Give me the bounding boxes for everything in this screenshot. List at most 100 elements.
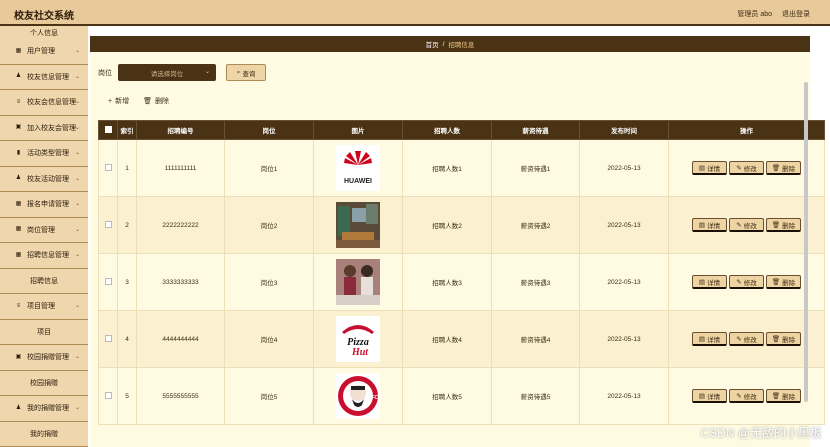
row-checkbox[interactable] bbox=[104, 334, 112, 342]
cell-index: 4 bbox=[117, 310, 137, 368]
sidebar-subitem[interactable]: 个人信息 bbox=[0, 26, 88, 39]
sidebar-item[interactable]: ▣ 加入校友会管理 ⌄ bbox=[0, 116, 88, 141]
sidebar-item[interactable]: ♟ 校友信息管理 ⌄ bbox=[0, 65, 88, 90]
cell-date: 2022-05-13 bbox=[579, 139, 669, 197]
row-select-cell[interactable] bbox=[98, 310, 118, 368]
edit-button[interactable]: ✎ 修改 bbox=[729, 332, 764, 346]
sidebar-item-label: 招聘信息管理 bbox=[27, 252, 69, 260]
col-header-count: 招聘人数 bbox=[402, 120, 492, 140]
edit-button[interactable]: ✎ 修改 bbox=[729, 161, 764, 175]
watermark: CSDN @无敌的小黑板 bbox=[700, 426, 822, 440]
detail-button[interactable]: ▤ 详情 bbox=[692, 161, 727, 175]
sidebar-item-label: 活动类型管理 bbox=[27, 150, 69, 158]
row-select-cell[interactable] bbox=[98, 253, 118, 311]
detail-button[interactable]: ▤ 详情 bbox=[692, 275, 727, 289]
sidebar-item[interactable]: ▦ 招聘信息管理 ⌄ bbox=[0, 243, 88, 269]
row-select-cell[interactable] bbox=[98, 196, 118, 254]
cell-ops: ▤ 详情 ✎ 修改 🗑 删除 bbox=[668, 196, 825, 254]
chevron-down-icon: ⌄ bbox=[74, 252, 80, 258]
detail-button[interactable]: ▤ 详情 bbox=[692, 389, 727, 403]
office-photo bbox=[336, 202, 380, 248]
cell-post: 岗位4 bbox=[224, 310, 314, 368]
sidebar-item[interactable]: ▦ 用户管理 ⌄ bbox=[0, 39, 88, 65]
table-row: 5 5555555555 岗位5 KFC 招聘人数5 薪资待遇5 2022-05-13 ▤ 详情… bbox=[98, 367, 825, 425]
delete-button[interactable]: 🗑 删除 bbox=[766, 218, 801, 232]
cell-date: 2022-05-13 bbox=[579, 310, 669, 368]
user-icon: ♟ bbox=[15, 73, 22, 80]
edit-button[interactable]: ✎ 修改 bbox=[729, 389, 764, 403]
delete-button[interactable]: 🗑 删除 bbox=[766, 161, 801, 175]
select-all-checkbox[interactable] bbox=[104, 125, 112, 133]
sidebar-item[interactable]: ▣ 校园捐赠管理 ⌄ bbox=[0, 345, 88, 371]
breadcrumb-home[interactable]: 首页 bbox=[426, 39, 439, 49]
scrollbar[interactable] bbox=[804, 82, 808, 402]
delete-button[interactable]: 🗑 删除 bbox=[766, 332, 801, 346]
sidebar-item-label: 校友会信息管理 bbox=[27, 99, 76, 107]
sidebar-subitem[interactable]: 我的捐赠 bbox=[0, 422, 88, 447]
cell-index: 1 bbox=[117, 139, 137, 197]
toolbar: + 新增 🗑 删除 bbox=[108, 96, 169, 106]
sidebar-subitem[interactable]: 校园捐赠 bbox=[0, 371, 88, 396]
chevron-down-icon: ⌄ bbox=[74, 48, 80, 54]
breadcrumb-current: 招聘信息 bbox=[448, 42, 475, 49]
sidebar: 个人信息 ▦ 用户管理 ⌄ ♟ 校友信息管理 ⌄ ≡ 校友会信息管理 ⌄ ▣ 加入校友会管理 ⌄ ▮ 活动类… bbox=[0, 26, 88, 447]
breadcrumb: 首页 / 招聘信息 bbox=[90, 36, 810, 52]
sidebar-subitem[interactable]: 招聘信息 bbox=[0, 269, 88, 294]
delete-button[interactable]: 🗑 删除 bbox=[766, 389, 801, 403]
detail-button[interactable]: ▤ 详情 bbox=[692, 218, 727, 232]
trash-icon: 🗑 bbox=[771, 278, 781, 286]
cell-count: 招聘人数4 bbox=[402, 310, 492, 368]
detail-button[interactable]: ▤ 详情 bbox=[692, 332, 727, 346]
row-checkbox[interactable] bbox=[104, 277, 112, 285]
row-checkbox[interactable] bbox=[104, 163, 112, 171]
chevron-down-icon: ⌄ bbox=[74, 226, 80, 233]
cell-ops: ▤ 详情 ✎ 修改 🗑 删除 bbox=[668, 253, 825, 311]
row-checkbox[interactable] bbox=[104, 391, 112, 399]
box-icon: ▣ bbox=[15, 124, 22, 131]
post-select[interactable]: 请选择岗位 ⌄ bbox=[118, 64, 216, 81]
sidebar-item-label: 校友信息管理 bbox=[27, 73, 69, 81]
filter-label: 岗位 bbox=[98, 69, 112, 77]
meeting-photo bbox=[336, 259, 380, 305]
sidebar-subitem-label: 招聘信息 bbox=[30, 277, 58, 285]
batch-delete-button[interactable]: 🗑 删除 bbox=[143, 96, 169, 106]
cell-code: 5555555555 bbox=[136, 367, 225, 425]
recruitment-table: 索引 招聘编号 岗位 图片 招聘人数 薪资待遇 发布时间 操作 1 1111111… bbox=[98, 120, 825, 425]
chevron-down-icon: ⌄ bbox=[74, 175, 80, 182]
cell-image bbox=[313, 253, 403, 311]
select-all-cell[interactable] bbox=[98, 120, 118, 140]
col-header-code: 招聘编号 bbox=[136, 120, 225, 140]
row-select-cell[interactable] bbox=[98, 139, 118, 197]
sidebar-item[interactable]: ▦ 岗位管理 ⌄ bbox=[0, 218, 88, 243]
cell-ops: ▤ 详情 ✎ 修改 🗑 删除 bbox=[668, 310, 825, 368]
delete-button[interactable]: 🗑 删除 bbox=[766, 275, 801, 289]
sidebar-item[interactable]: ♟ 校友活动管理 ⌄ bbox=[0, 167, 88, 192]
row-select-cell[interactable] bbox=[98, 367, 118, 425]
cell-count: 招聘人数1 bbox=[402, 139, 492, 197]
kfc-logo: KFC bbox=[336, 373, 380, 419]
edit-button[interactable]: ✎ 修改 bbox=[729, 275, 764, 289]
sidebar-item[interactable]: ▦ 报名申请管理 ⌄ bbox=[0, 192, 88, 218]
cell-date: 2022-05-13 bbox=[579, 253, 669, 311]
sidebar-item[interactable]: ♟ 我的捐赠管理 ⌄ bbox=[0, 396, 88, 422]
edit-button[interactable]: ✎ 修改 bbox=[729, 218, 764, 232]
cell-ops: ▤ 详情 ✎ 修改 🗑 删除 bbox=[668, 367, 825, 425]
filter-bar: 岗位 请选择岗位 ⌄ ⌕ 查询 bbox=[98, 64, 266, 81]
detail-button-label: 详情 bbox=[707, 165, 721, 173]
row-checkbox[interactable] bbox=[104, 220, 112, 228]
sidebar-subitem-label: 校园捐赠 bbox=[30, 379, 58, 387]
logout-link[interactable]: 退出登录 bbox=[782, 9, 810, 19]
sidebar-item-label: 项目管理 bbox=[27, 303, 55, 311]
list-icon: ≡ bbox=[16, 98, 21, 105]
sidebar-item[interactable]: ▮ 活动类型管理 ⌄ bbox=[0, 141, 88, 167]
document-icon: ▤ bbox=[698, 392, 706, 400]
document-icon: ▤ bbox=[698, 278, 706, 286]
add-button[interactable]: + 新增 bbox=[108, 96, 129, 106]
sidebar-subitem[interactable]: 项目 bbox=[0, 320, 88, 345]
query-button[interactable]: ⌕ 查询 bbox=[226, 64, 266, 81]
sidebar-item-label: 校友活动管理 bbox=[27, 175, 69, 183]
batch-delete-label: 删除 bbox=[154, 98, 169, 105]
sidebar-item[interactable]: ≡ 项目管理 ⌄ bbox=[0, 294, 88, 320]
list-icon: ≡ bbox=[16, 302, 21, 309]
sidebar-item[interactable]: ≡ 校友会信息管理 ⌄ bbox=[0, 90, 88, 116]
